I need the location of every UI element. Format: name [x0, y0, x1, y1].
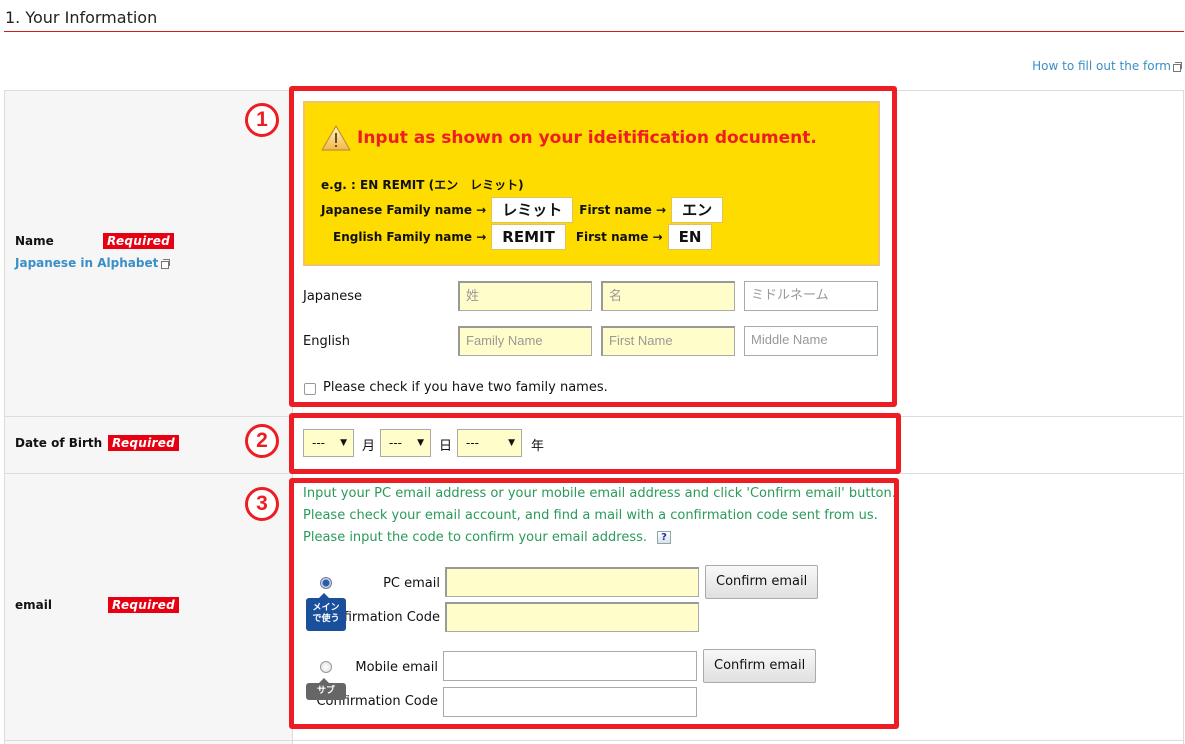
next-row — [4, 740, 1184, 744]
annotation-frame-1 — [289, 86, 897, 407]
external-link-icon — [1173, 61, 1182, 72]
annotation-number-3: 3 — [245, 487, 279, 521]
name-label-cell: Name Required Japanese in Alphabet — [5, 91, 293, 416]
annotation-number-1: 1 — [245, 103, 279, 137]
how-to-fill-label: How to fill out the form — [1032, 59, 1171, 73]
annotation-frame-3 — [289, 478, 899, 729]
name-label: Name — [15, 234, 54, 248]
required-badge: Required — [108, 435, 180, 451]
section-divider — [4, 31, 1184, 32]
required-badge: Required — [103, 233, 175, 249]
dob-label: Date of Birth — [15, 436, 103, 450]
email-label: email — [15, 598, 52, 612]
required-badge: Required — [108, 597, 180, 613]
external-link-icon — [161, 258, 171, 269]
how-to-fill-link[interactable]: How to fill out the form — [1032, 59, 1182, 73]
annotation-number-2: 2 — [245, 424, 279, 458]
japanese-in-alphabet-label: Japanese in Alphabet — [15, 256, 159, 270]
section-title: 1. Your Information — [5, 8, 158, 27]
annotation-frame-2 — [289, 413, 901, 474]
japanese-in-alphabet-link[interactable]: Japanese in Alphabet — [15, 256, 171, 270]
